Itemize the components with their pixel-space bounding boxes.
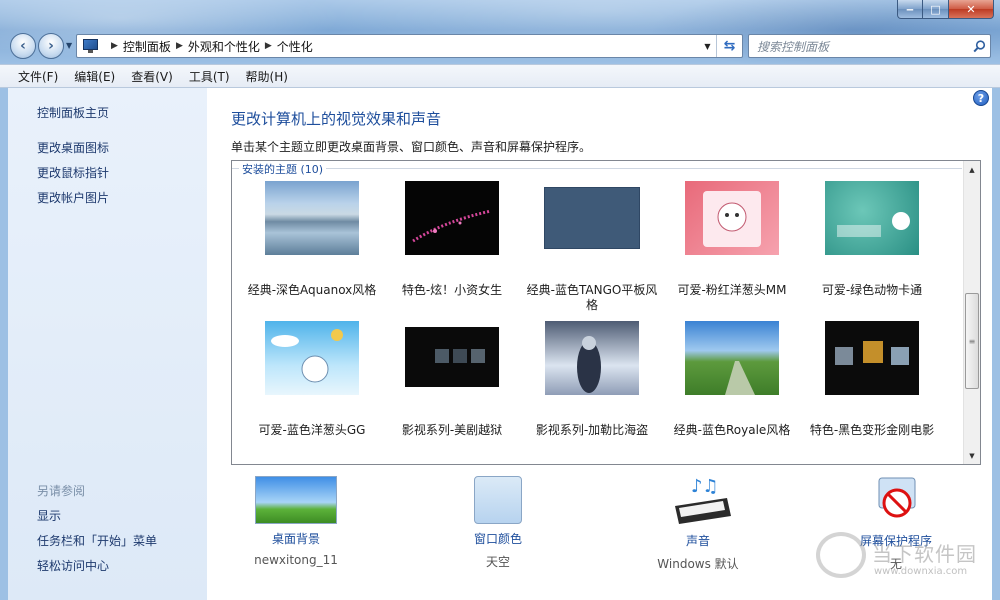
theme-thumbnail[interactable]	[265, 321, 359, 395]
sidebar-change-desktop-icons[interactable]: 更改桌面图标	[37, 139, 109, 156]
forward-button[interactable]: ›	[38, 33, 64, 59]
window-color-icon[interactable]	[474, 476, 522, 524]
menu-file[interactable]: 文件(F)	[10, 68, 66, 85]
breadcrumb-appearance[interactable]: 外观和个性化	[188, 38, 260, 55]
sidebar-taskbar-start-menu[interactable]: 任务栏和「开始」菜单	[37, 532, 157, 549]
theme-thumbnail[interactable]	[825, 321, 919, 395]
refresh-icon[interactable]: ⇆	[716, 35, 742, 57]
minimize-button[interactable]: ‒	[897, 0, 923, 19]
theme-name: 可爱-绿色动物卡通	[821, 283, 923, 297]
window-color-link[interactable]: 窗口颜色	[433, 530, 563, 547]
desktop-background-link[interactable]: 桌面背景	[231, 530, 361, 547]
scroll-thumb[interactable]: ≡	[965, 293, 979, 389]
see-also-heading: 另请参阅	[37, 484, 86, 498]
sidebar-control-panel-home[interactable]: 控制面板主页	[37, 104, 109, 121]
theme-list-scrollbar[interactable]: ▲ ≡ ▼	[963, 161, 980, 464]
theme-name: 经典-蓝色TANGO平板风格	[526, 283, 658, 312]
installed-themes-heading: 安装的主题 (10)	[239, 161, 327, 177]
window-color-setting[interactable]: 窗口颜色 天空	[433, 476, 563, 570]
theme-thumbnail[interactable]	[265, 181, 359, 255]
desktop-background-value: newxitong_11	[254, 553, 338, 567]
desktop-background-icon[interactable]	[255, 476, 337, 524]
theme-name: 经典-蓝色Royale风格	[673, 423, 791, 437]
sounds-value: Windows 默认	[657, 557, 739, 571]
breadcrumb-separator[interactable]: ▶	[176, 41, 183, 51]
scroll-down-button[interactable]: ▼	[964, 447, 980, 464]
sounds-link[interactable]: 声音	[633, 532, 763, 549]
theme-name: 特色-黑色变形金刚电影	[809, 423, 935, 437]
breadcrumb-separator[interactable]: ▶	[111, 41, 118, 51]
menu-tools[interactable]: 工具(T)	[181, 68, 238, 85]
theme-item[interactable]: 特色-黑色变形金刚电影	[802, 321, 942, 438]
theme-name: 影视系列-美剧越狱	[401, 423, 503, 437]
main-pane: ? 更改计算机上的视觉效果和声音 单击某个主题立即更改桌面背景、窗口颜色、声音和…	[207, 88, 992, 600]
theme-thumbnail[interactable]	[825, 181, 919, 255]
recent-pages-dropdown[interactable]: ▼	[66, 41, 72, 50]
theme-name: 经典-深色Aquanox风格	[247, 283, 377, 297]
theme-item[interactable]: 经典-蓝色Royale风格	[662, 321, 802, 438]
theme-item[interactable]: 特色-炫！小资女生	[382, 181, 522, 298]
back-button[interactable]: ‹	[10, 33, 36, 59]
theme-thumbnail[interactable]	[544, 187, 640, 249]
sidebar-change-account-picture[interactable]: 更改帐户图片	[37, 189, 109, 206]
navigation-bar: ‹ › ▼ ▶ 控制面板 ▶ 外观和个性化 ▶ 个性化 ▼ ⇆ 搜索控制面板	[0, 30, 1000, 62]
theme-thumbnail[interactable]	[405, 181, 499, 255]
sidebar-display[interactable]: 显示	[37, 507, 61, 524]
page-description: 单击某个主题立即更改桌面背景、窗口颜色、声音和屏幕保护程序。	[231, 140, 592, 154]
theme-item[interactable]: 经典-深色Aquanox风格	[242, 181, 382, 298]
control-panel-icon	[82, 39, 100, 53]
screen-saver-value: 无	[889, 557, 902, 571]
theme-item[interactable]: 可爱-蓝色洋葱头GG	[242, 321, 382, 438]
theme-name: 影视系列-加勒比海盗	[535, 423, 649, 437]
svg-text:♪♫: ♪♫	[691, 476, 719, 497]
breadcrumb-control-panel[interactable]: 控制面板	[123, 38, 171, 55]
sidebar: 控制面板主页 更改桌面图标 更改鼠标指针 更改帐户图片 另请参阅 显示 任务栏和…	[8, 88, 207, 600]
theme-list[interactable]: 安装的主题 (10) 经典-深色Aquanox风格 特色-炫！小资女生 经典-蓝…	[231, 160, 981, 465]
menu-edit[interactable]: 编辑(E)	[66, 68, 123, 85]
theme-item[interactable]: 可爱-绿色动物卡通	[802, 181, 942, 298]
help-icon[interactable]: ?	[973, 90, 989, 106]
menu-view[interactable]: 查看(V)	[123, 68, 181, 85]
theme-name: 可爱-粉红洋葱头MM	[677, 283, 787, 297]
search-input[interactable]: 搜索控制面板	[749, 38, 968, 55]
menu-bar: 文件(F) 编辑(E) 查看(V) 工具(T) 帮助(H)	[0, 64, 1000, 88]
theme-name: 可爱-蓝色洋葱头GG	[258, 423, 366, 437]
breadcrumb-personalization[interactable]: 个性化	[277, 38, 313, 55]
sounds-setting[interactable]: ♪♫ 声音 Windows 默认	[633, 476, 763, 572]
theme-thumbnail[interactable]	[405, 327, 499, 387]
breadcrumb-separator[interactable]: ▶	[265, 41, 272, 51]
search-icon[interactable]	[968, 39, 990, 53]
search-box[interactable]: 搜索控制面板	[748, 34, 991, 58]
window: ‒ □ ✕ ‹ › ▼ ▶ 控制面板 ▶ 外观和个性化 ▶ 个性化 ▼ ⇆ 搜索…	[0, 0, 1000, 600]
theme-item[interactable]: 可爱-粉红洋葱头MM	[662, 181, 802, 298]
window-color-value: 天空	[485, 555, 510, 569]
theme-item[interactable]: 经典-蓝色TANGO平板风格	[522, 181, 662, 313]
screen-saver-setting[interactable]: 屏幕保护程序 无	[831, 476, 961, 572]
screen-saver-icon[interactable]	[855, 476, 937, 526]
group-divider	[232, 168, 962, 169]
close-button[interactable]: ✕	[949, 0, 994, 19]
theme-thumbnail[interactable]	[545, 321, 639, 395]
theme-item[interactable]: 影视系列-加勒比海盗	[522, 321, 662, 438]
content-area: 控制面板主页 更改桌面图标 更改鼠标指针 更改帐户图片 另请参阅 显示 任务栏和…	[8, 88, 992, 600]
screen-saver-link[interactable]: 屏幕保护程序	[831, 532, 961, 549]
address-dropdown[interactable]: ▼	[698, 35, 716, 57]
caption-buttons: ‒ □ ✕	[897, 0, 994, 19]
maximize-button[interactable]: □	[923, 0, 949, 19]
sounds-icon[interactable]: ♪♫	[657, 476, 739, 526]
sidebar-change-mouse-pointers[interactable]: 更改鼠标指针	[37, 164, 109, 181]
theme-item[interactable]: 影视系列-美剧越狱	[382, 321, 522, 438]
desktop-background-setting[interactable]: 桌面背景 newxitong_11	[231, 476, 361, 567]
scroll-up-button[interactable]: ▲	[964, 161, 980, 178]
theme-thumbnail[interactable]	[685, 321, 779, 395]
sidebar-ease-of-access[interactable]: 轻松访问中心	[37, 557, 109, 574]
address-bar[interactable]: ▶ 控制面板 ▶ 外观和个性化 ▶ 个性化 ▼ ⇆	[76, 34, 743, 58]
page-title: 更改计算机上的视觉效果和声音	[231, 110, 442, 128]
menu-help[interactable]: 帮助(H)	[238, 68, 296, 85]
theme-thumbnail[interactable]	[685, 181, 779, 255]
theme-name: 特色-炫！小资女生	[401, 283, 503, 297]
